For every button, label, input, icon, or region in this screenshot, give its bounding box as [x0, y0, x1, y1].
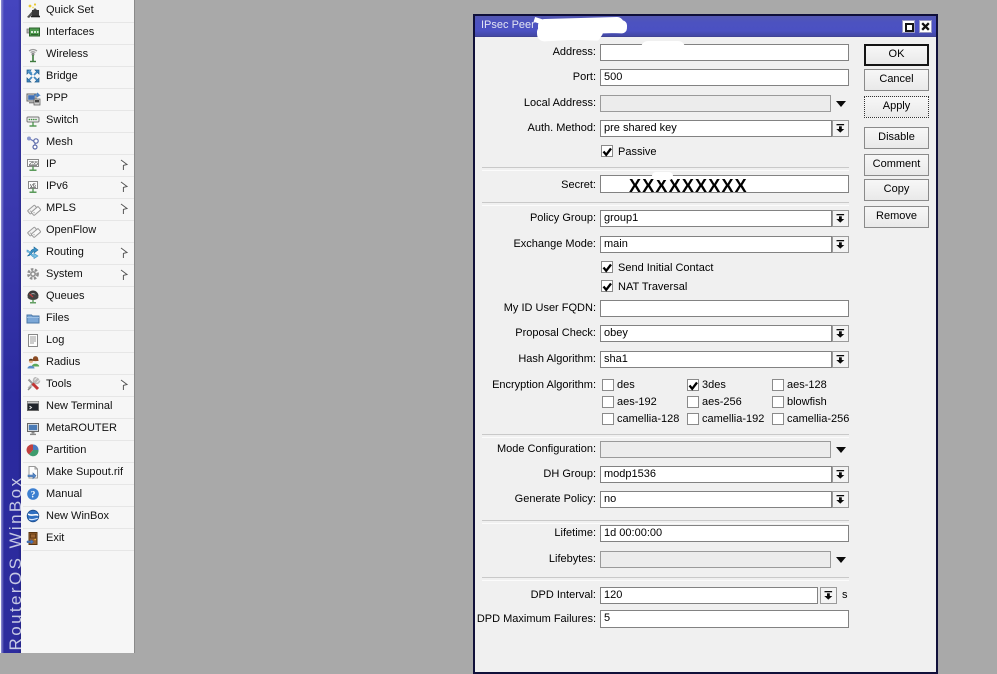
- svg-text:255: 255: [29, 161, 38, 167]
- svg-text:v6: v6: [30, 183, 36, 189]
- svg-text:?: ?: [31, 490, 36, 500]
